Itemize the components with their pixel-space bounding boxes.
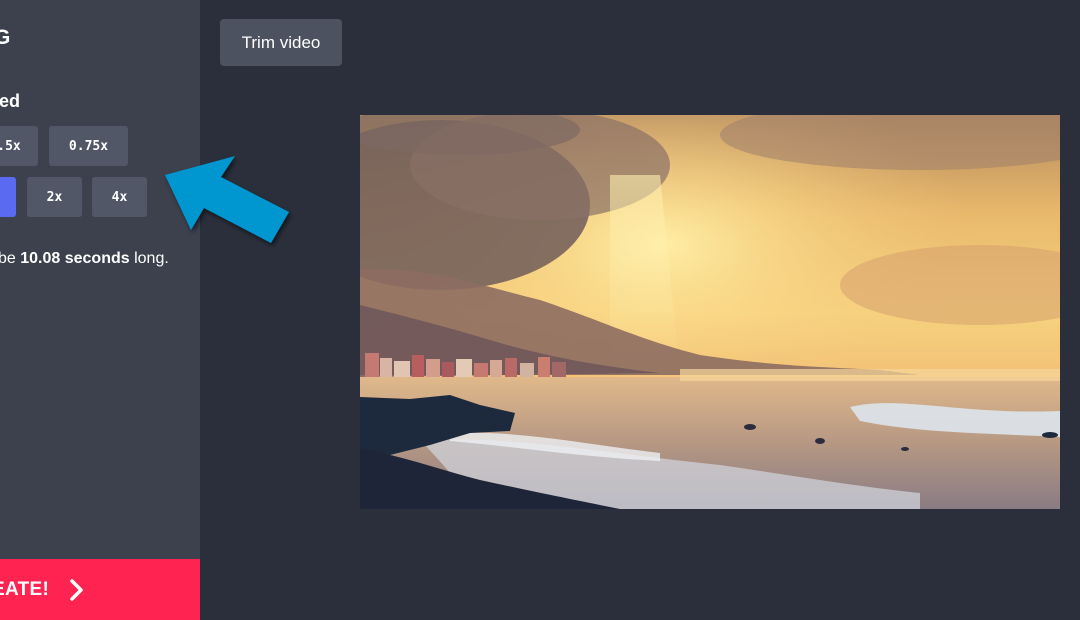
sidebar: ING speed .5x 0.75x 2x 4x be 10.08 secon…: [0, 0, 200, 620]
duration-value: 10.08 seconds: [20, 250, 130, 267]
speed-label: speed: [0, 91, 21, 111]
video-preview[interactable]: [360, 115, 1060, 509]
speed-option-0.75x[interactable]: 0.75x: [49, 126, 128, 166]
speed-option-4x[interactable]: 4x: [92, 177, 147, 217]
create-button-label: REATE!: [0, 579, 50, 600]
speed-option-2x[interactable]: 2x: [27, 177, 82, 217]
arrow-icon: [165, 156, 289, 243]
trim-video-button[interactable]: Trim video: [220, 19, 342, 66]
create-button[interactable]: REATE!: [0, 559, 200, 620]
speed-option-0.5x[interactable]: .5x: [0, 126, 38, 166]
chevron-right-icon: [70, 579, 83, 601]
sidebar-title: ING: [0, 26, 11, 49]
duration-note-prefix: be: [0, 250, 21, 267]
duration-note: be 10.08 seconds long.: [0, 250, 169, 268]
speed-option-active[interactable]: [0, 177, 16, 217]
